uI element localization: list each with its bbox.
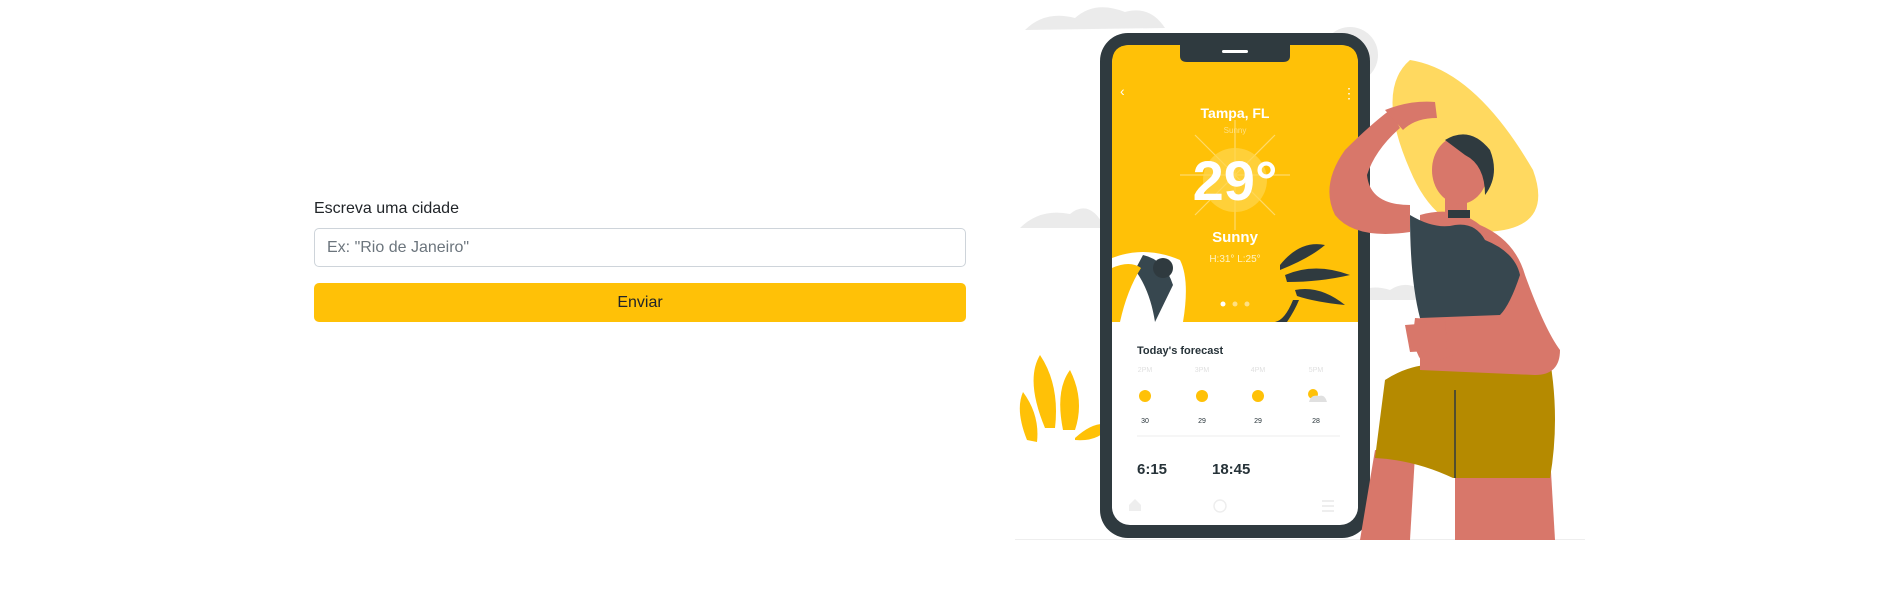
city-name: Tampa, FL [1201,105,1270,121]
sunset-time: 18:45 [1212,461,1250,478]
sun-icon [1196,390,1208,402]
menu-icon[interactable] [1322,500,1334,512]
hour-time: 2PM [1138,367,1153,374]
city-form: Escreva uma cidade Enviar [314,200,966,322]
plant-leaves [1019,355,1110,442]
hour-temp: 29 [1254,418,1262,425]
hour-time: 3PM [1195,367,1210,374]
back-chevron-icon[interactable]: ‹ [1120,83,1125,99]
city-label: Escreva uma cidade [314,200,459,217]
high-low: H:31° L:25° [1209,254,1260,265]
hour-temp: 28 [1312,418,1320,425]
hour-temp: 30 [1141,418,1149,425]
phone-notch [1180,45,1290,62]
sun-icon [1252,390,1264,402]
hour-time: 4PM [1251,367,1266,374]
hour-temp: 29 [1198,418,1206,425]
phone-speaker [1222,50,1248,53]
beach-ball [1112,251,1186,322]
hour-time: 5PM [1309,367,1324,374]
forecast-title: Today's forecast [1137,345,1224,357]
sun-icon [1139,390,1151,402]
sunrise-time: 6:15 [1137,461,1167,478]
temperature: 29° [1193,149,1278,212]
more-icon[interactable]: ⋮ [1342,85,1356,101]
submit-button[interactable]: Enviar [314,283,966,322]
condition-small: Sunny [1224,126,1247,135]
condition: Sunny [1212,229,1258,246]
weather-illustration: ‹ ⋮ Tampa, FL Sunny 29° Sunny H:31° L:25… [1015,7,1585,540]
city-input[interactable] [314,228,966,267]
